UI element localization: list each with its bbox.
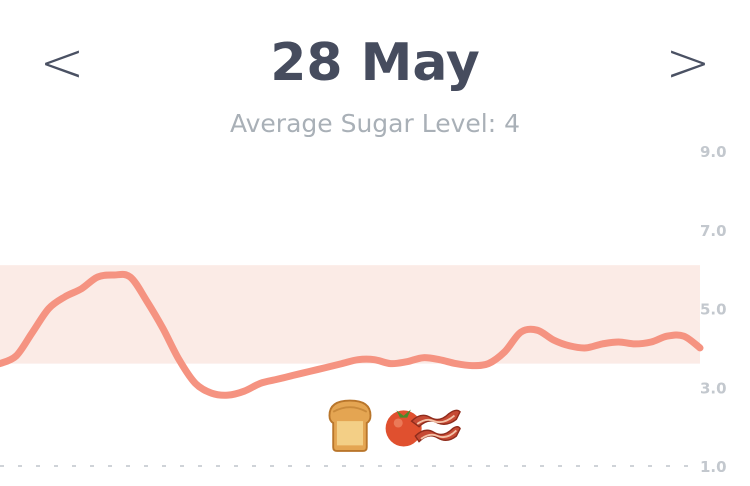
y-tick-label: 5.0: [700, 301, 727, 319]
page-title-date: 28 May: [270, 33, 480, 93]
y-tick-label: 7.0: [700, 222, 727, 240]
y-axis-ticks: 9.0 7.0 5.0 3.0 1.0: [700, 143, 727, 476]
bacon-icon[interactable]: [406, 391, 462, 455]
next-day-button[interactable]: >: [658, 28, 718, 98]
average-value: 4: [504, 109, 520, 138]
average-sugar-level: Average Sugar Level: 4: [150, 108, 600, 140]
y-tick-label: 3.0: [700, 379, 727, 397]
meal-icons[interactable]: [322, 388, 462, 458]
previous-day-button[interactable]: <: [32, 28, 92, 98]
y-tick-label: 9.0: [700, 143, 727, 161]
y-tick-label: 1.0: [700, 458, 727, 476]
sugar-log-screen: 9.0 7.0 5.0 3.0 1.0 < 28 May > Average Sugar…: [0, 0, 750, 486]
average-label: Average Sugar Level:: [229, 109, 497, 138]
bread-icon[interactable]: [322, 391, 378, 455]
